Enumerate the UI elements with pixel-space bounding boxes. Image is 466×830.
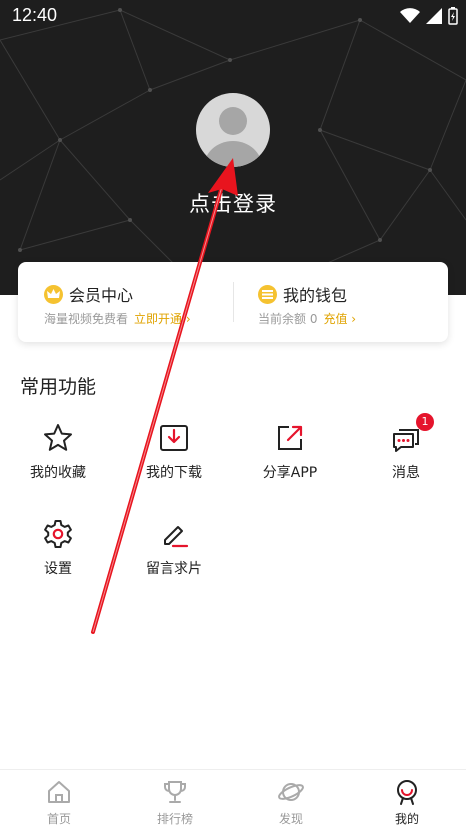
request-movie-button[interactable]: 留言求片 — [124, 518, 224, 578]
battery-icon — [448, 7, 458, 25]
home-icon — [45, 778, 73, 806]
message-icon: 1 — [390, 413, 434, 454]
planet-icon — [277, 778, 305, 806]
favorites-button[interactable]: 我的收藏 — [8, 422, 108, 482]
tab-ranking[interactable]: 排行榜 — [125, 778, 225, 827]
status-time: 12:40 — [12, 5, 58, 25]
favorites-label: 我的收藏 — [30, 465, 86, 481]
bottom-tab-bar: 首页 排行榜 发现 我的 — [0, 769, 466, 830]
crown-icon — [44, 284, 63, 304]
trophy-icon — [161, 778, 189, 806]
signal-icon — [426, 8, 442, 24]
settings-label: 设置 — [44, 561, 72, 577]
messages-label: 消息 — [392, 465, 420, 481]
share-app-label: 分享APP — [262, 465, 318, 481]
recharge-link[interactable]: 充值 › — [323, 312, 356, 326]
wallet-balance: 当前余额 0 — [258, 312, 318, 326]
downloads-button[interactable]: 我的下载 — [124, 422, 224, 482]
messages-button[interactable]: 1 消息 — [356, 413, 456, 482]
card-divider — [233, 282, 234, 322]
tab-ranking-label: 排行榜 — [156, 812, 193, 826]
tab-mine-label: 我的 — [394, 812, 419, 826]
tab-discover-label: 发现 — [278, 812, 303, 826]
wallet-icon — [258, 284, 277, 304]
tab-discover[interactable]: 发现 — [241, 778, 341, 827]
status-bar: 12:40 — [0, 0, 466, 32]
tab-mine[interactable]: 我的 — [357, 778, 457, 827]
vip-title: 会员中心 — [69, 286, 134, 305]
download-icon — [158, 422, 190, 454]
member-card: 会员中心 海量视频免费看 立即开通 › 我的钱包 当前余额 0 充值 › — [18, 262, 448, 342]
wallet-title: 我的钱包 — [283, 286, 348, 305]
wallet[interactable]: 我的钱包 当前余额 0 充值 › — [258, 262, 448, 342]
avatar[interactable] — [196, 93, 270, 167]
edit-icon — [158, 518, 190, 550]
share-icon — [274, 422, 306, 454]
vip-center[interactable]: 会员中心 海量视频免费看 立即开通 › — [44, 262, 234, 342]
profile-icon — [393, 778, 421, 806]
user-placeholder-icon — [204, 107, 262, 167]
login-button[interactable]: 点击登录 — [0, 188, 466, 218]
star-icon — [42, 422, 74, 454]
gear-icon — [42, 518, 74, 550]
tab-home[interactable]: 首页 — [9, 778, 109, 827]
wifi-icon — [400, 8, 420, 23]
request-movie-label: 留言求片 — [146, 561, 202, 577]
tab-home-label: 首页 — [46, 812, 71, 826]
vip-open-link[interactable]: 立即开通 › — [134, 312, 191, 326]
settings-button[interactable]: 设置 — [8, 518, 108, 578]
share-app-button[interactable]: 分享APP — [240, 422, 340, 482]
section-title: 常用功能 — [20, 376, 97, 398]
message-badge: 1 — [416, 413, 434, 431]
downloads-label: 我的下载 — [146, 465, 202, 481]
vip-subtitle: 海量视频免费看 — [44, 312, 129, 326]
